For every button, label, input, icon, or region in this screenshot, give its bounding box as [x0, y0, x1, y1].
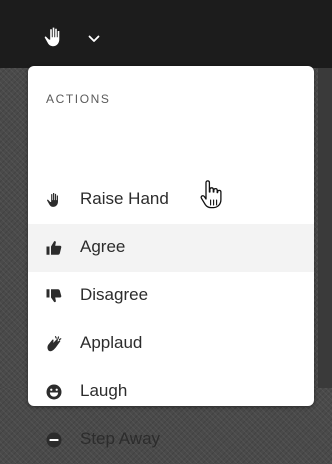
status-menu-button[interactable]: [42, 24, 106, 50]
menu-item-applaud[interactable]: Applaud: [28, 320, 314, 368]
menu-item-disagree[interactable]: Disagree: [28, 272, 314, 320]
hand-pointer-cursor-icon: [200, 180, 222, 209]
menu-item-agree[interactable]: Agree: [28, 224, 314, 272]
raise-hand-icon: [44, 27, 60, 47]
laugh-icon: [46, 384, 62, 400]
menu-section-header: ACTIONS: [46, 92, 111, 106]
menu-item-label: Applaud: [80, 333, 143, 352]
step-away-icon: [46, 432, 62, 448]
menu-item-label: Raise Hand: [80, 189, 169, 208]
thumbs-down-icon: [46, 289, 62, 303]
chevron-down-icon: [88, 35, 100, 42]
raise-hand-icon: [47, 192, 58, 207]
menu-item-step-away[interactable]: Step Away: [28, 416, 314, 464]
side-panel-edge: [318, 68, 332, 388]
menu-item-label: Agree: [80, 237, 126, 256]
applaud-icon: [47, 336, 62, 352]
top-toolbar: [0, 0, 332, 68]
menu-item-label: Disagree: [80, 285, 149, 304]
menu-item-label: Step Away: [80, 429, 161, 448]
menu-item-laugh[interactable]: Laugh: [28, 368, 314, 416]
thumbs-up-icon: [46, 241, 62, 255]
menu-item-label: Laugh: [80, 381, 128, 400]
menu-item-raise-hand[interactable]: Raise Hand: [28, 176, 314, 224]
actions-dropdown-menu: ACTIONS Raise Hand Agree Disagree Applau…: [28, 66, 314, 448]
